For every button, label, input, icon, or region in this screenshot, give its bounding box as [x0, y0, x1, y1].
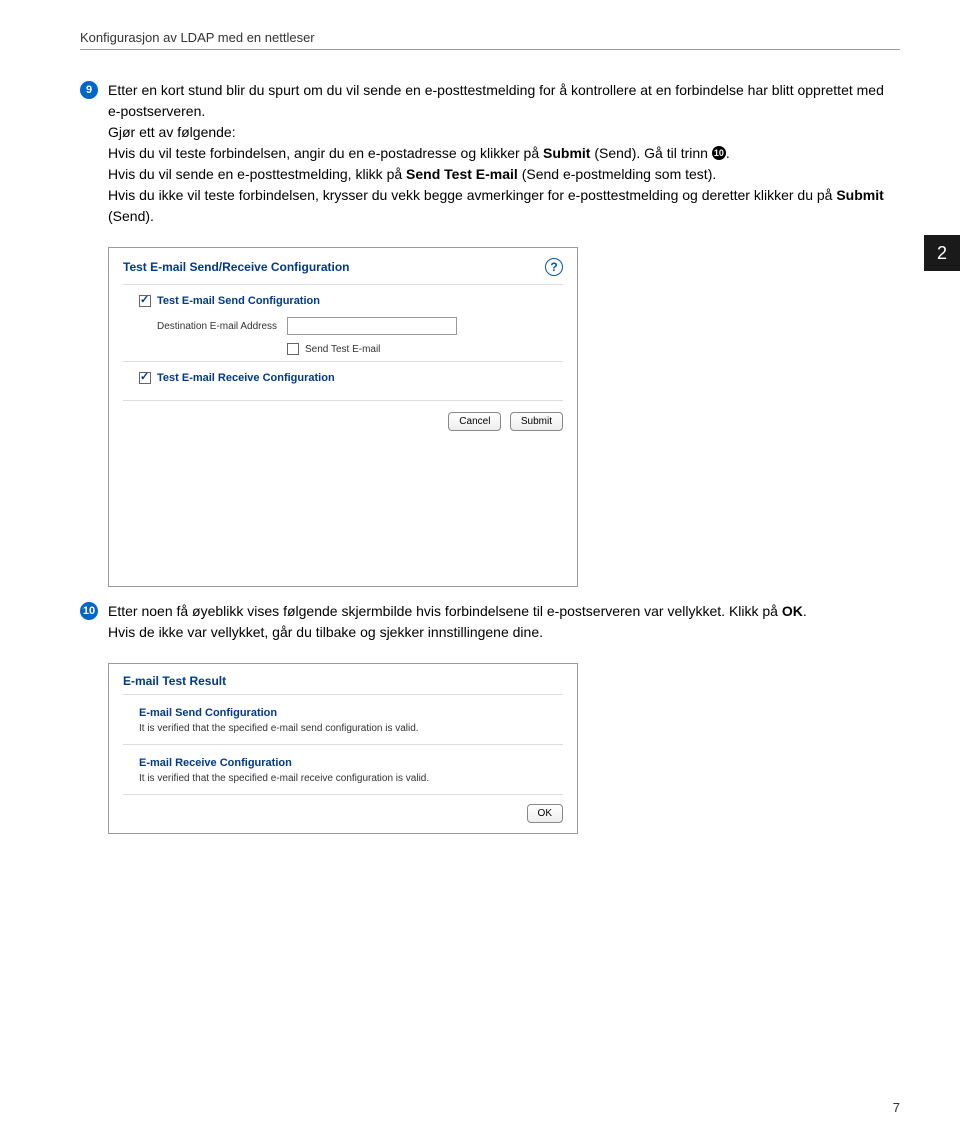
send-test-email-row[interactable]: Send Test E-mail — [287, 343, 563, 355]
inline-step-ref: 10 — [712, 146, 726, 160]
checkbox-send-config[interactable] — [139, 295, 151, 307]
send-config-text: It is verified that the specified e-mail… — [139, 723, 563, 734]
cancel-button[interactable]: Cancel — [448, 412, 501, 431]
step-9-text-3: Hvis du vil teste forbindelsen, angir du… — [108, 143, 900, 164]
chapter-tab: 2 — [924, 235, 960, 271]
receive-config-text: It is verified that the specified e-mail… — [139, 773, 563, 784]
step-number-badge: 9 — [80, 81, 98, 99]
step-9-text-4: Hvis du vil sende en e-posttestmelding, … — [108, 164, 900, 185]
dest-email-label: Destination E-mail Address — [157, 321, 287, 332]
dest-email-input[interactable] — [287, 317, 457, 335]
step-9-text-1: Etter en kort stund blir du spurt om du … — [108, 80, 900, 122]
test-receive-config-row[interactable]: Test E-mail Receive Configuration — [139, 372, 563, 384]
dialog-title: E-mail Test Result — [109, 664, 577, 694]
checkbox-send-test[interactable] — [287, 343, 299, 355]
header-rule — [80, 49, 900, 50]
page-header-title: Konfigurasjon av LDAP med en nettleser — [80, 30, 900, 45]
checkbox-receive-config-label: Test E-mail Receive Configuration — [157, 372, 335, 384]
screenshot-test-email-config: Test E-mail Send/Receive Configuration ?… — [108, 247, 578, 587]
page-number: 7 — [893, 1100, 900, 1115]
help-icon[interactable]: ? — [545, 258, 563, 276]
step-9: 9 Etter en kort stund blir du spurt om d… — [80, 80, 900, 227]
step-10-text-2: Hvis de ikke var vellykket, går du tilba… — [108, 622, 900, 643]
step-9-body: Etter en kort stund blir du spurt om du … — [108, 80, 900, 227]
step-10-text-1: Etter noen få øyeblikk vises følgende sk… — [108, 601, 900, 622]
test-send-config-row[interactable]: Test E-mail Send Configuration — [139, 295, 563, 307]
step-9-text-2: Gjør ett av følgende: — [108, 122, 900, 143]
step-number-badge: 10 — [80, 602, 98, 620]
send-config-title: E-mail Send Configuration — [139, 707, 563, 719]
ok-button[interactable]: OK — [527, 804, 563, 823]
receive-config-title: E-mail Receive Configuration — [139, 757, 563, 769]
checkbox-send-config-label: Test E-mail Send Configuration — [157, 295, 320, 307]
step-10-body: Etter noen få øyeblikk vises følgende sk… — [108, 601, 900, 643]
checkbox-send-test-label: Send Test E-mail — [305, 344, 380, 355]
checkbox-receive-config[interactable] — [139, 372, 151, 384]
step-10: 10 Etter noen få øyeblikk vises følgende… — [80, 601, 900, 643]
dialog-title: Test E-mail Send/Receive Configuration — [123, 260, 350, 274]
screenshot-email-test-result: E-mail Test Result E-mail Send Configura… — [108, 663, 578, 834]
step-9-text-5: Hvis du ikke vil teste forbindelsen, kry… — [108, 185, 900, 227]
submit-button[interactable]: Submit — [510, 412, 563, 431]
